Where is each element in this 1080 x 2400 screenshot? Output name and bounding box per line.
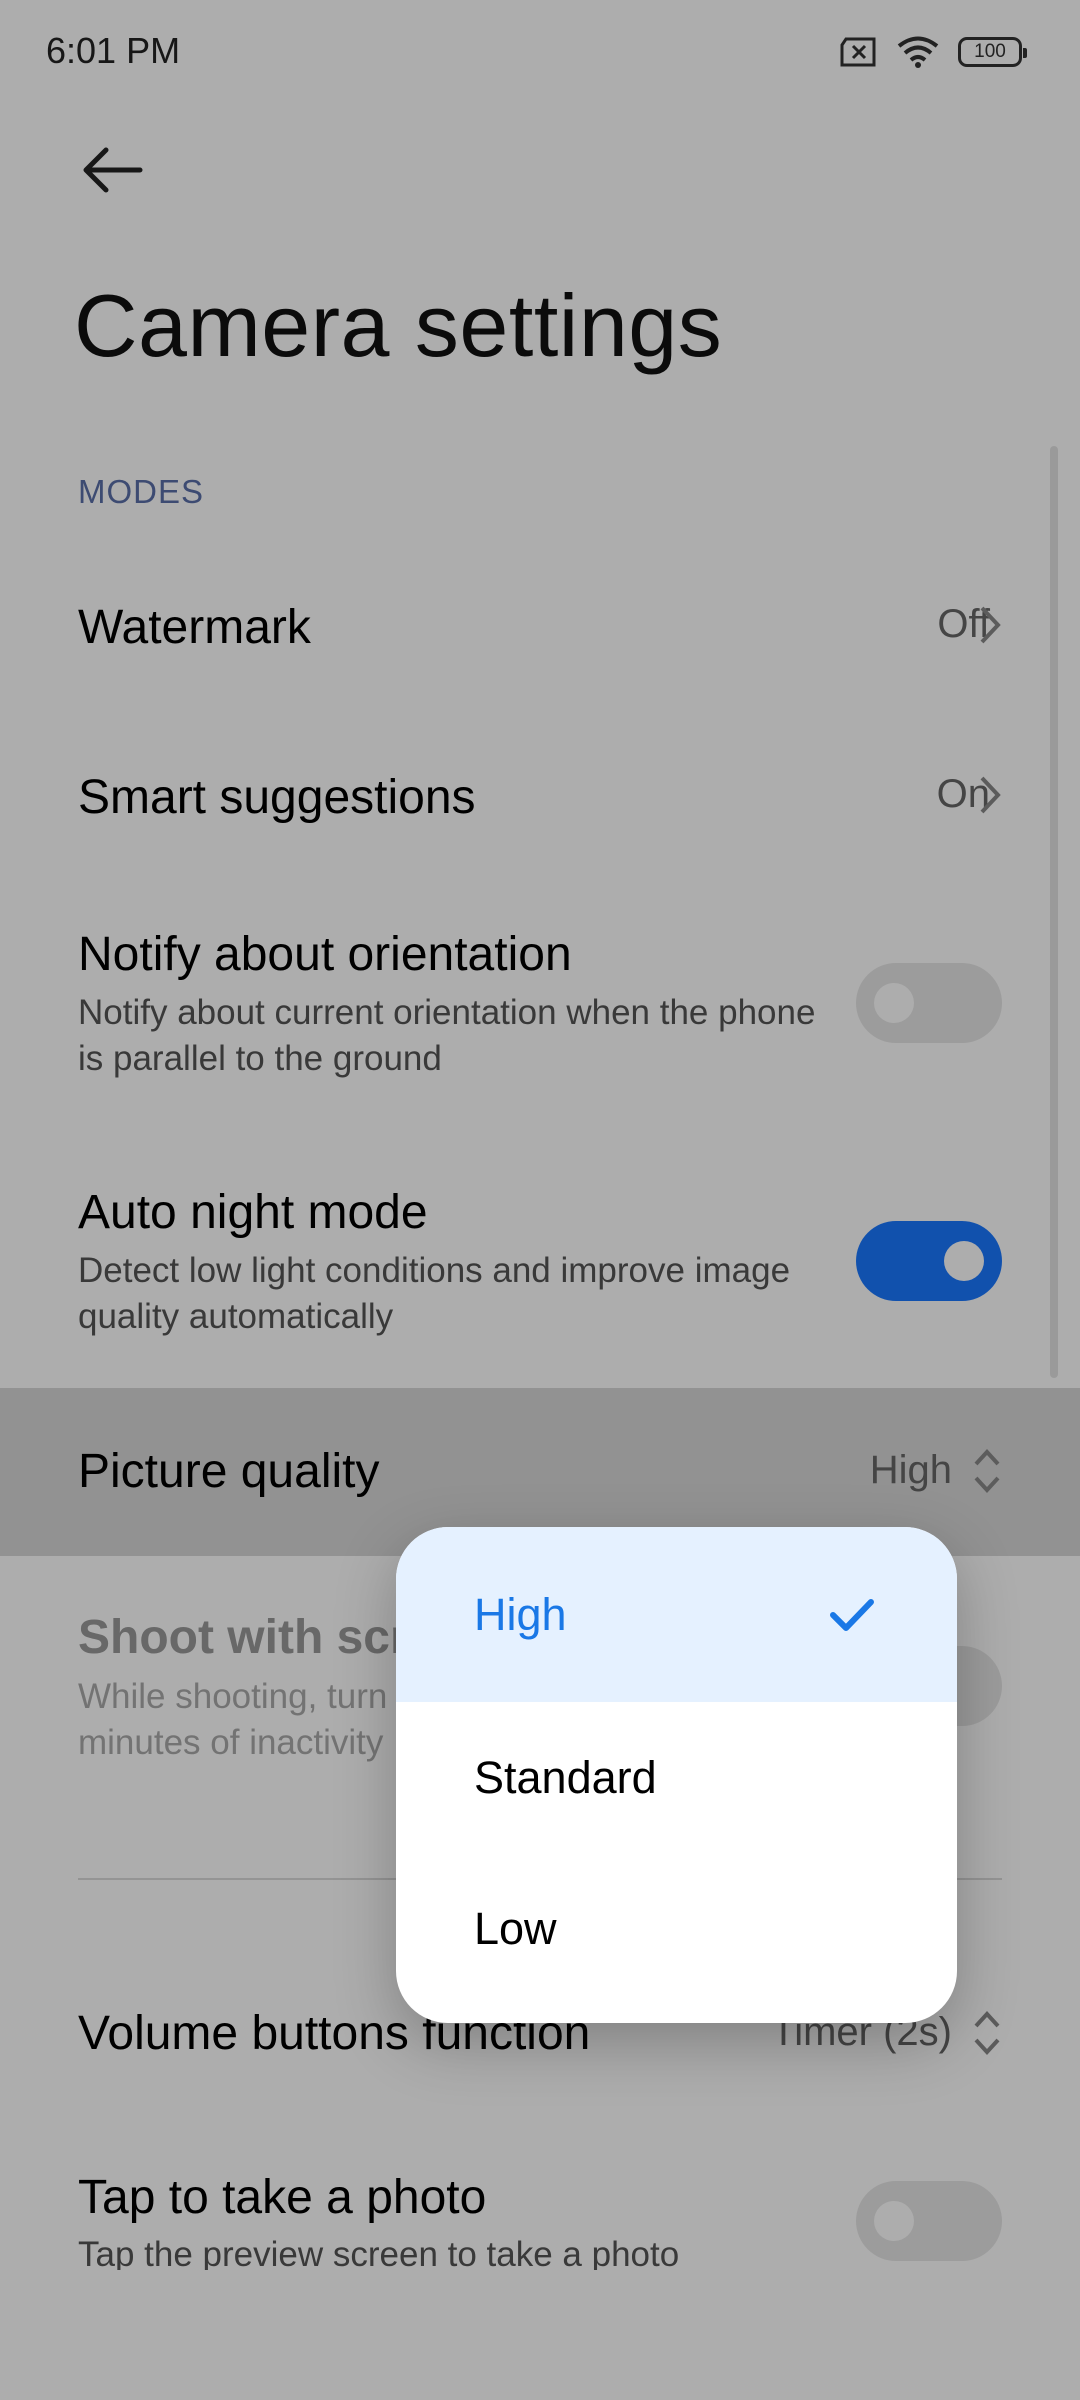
- dim-overlay[interactable]: [0, 0, 1080, 2400]
- menu-option-label: High: [474, 1588, 567, 1640]
- menu-option-label: Low: [474, 1902, 557, 1954]
- menu-option-label: Standard: [474, 1751, 657, 1803]
- menu-option-high[interactable]: High: [396, 1527, 957, 1702]
- menu-option-standard[interactable]: Standard: [396, 1702, 957, 1853]
- check-icon: [830, 1598, 874, 1631]
- picture-quality-menu: High Standard Low: [396, 1527, 957, 2023]
- menu-option-low[interactable]: Low: [396, 1853, 957, 2004]
